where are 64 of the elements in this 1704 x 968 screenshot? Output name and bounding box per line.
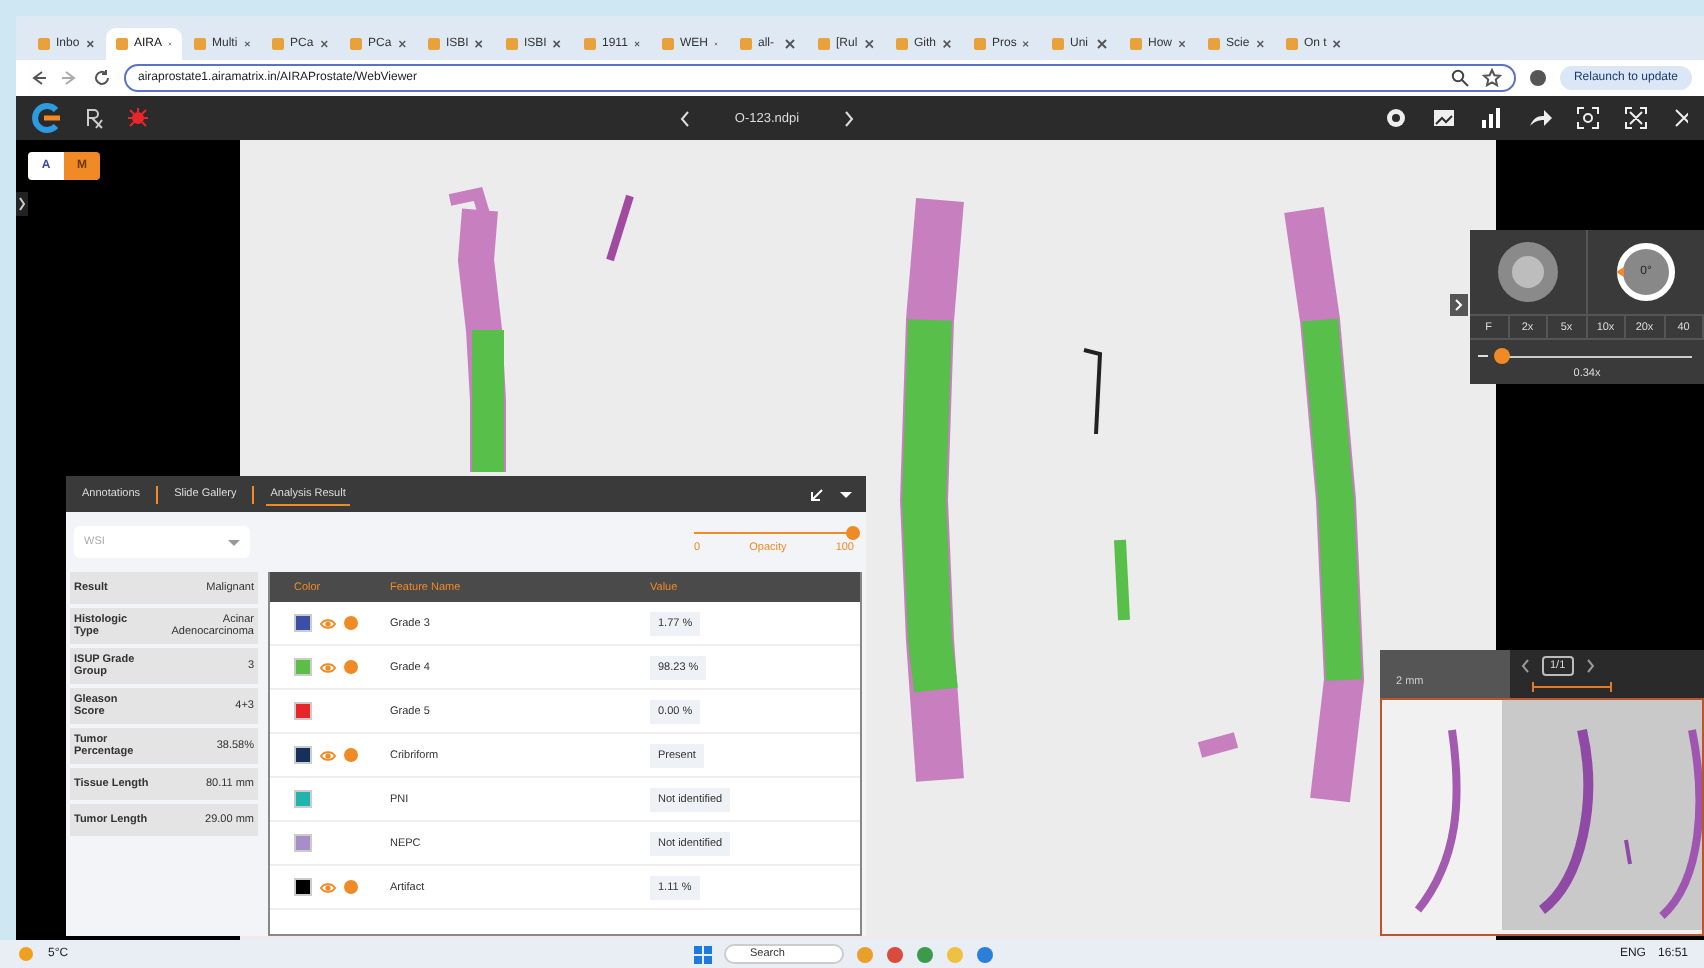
status-dot-icon	[344, 616, 358, 630]
close-icon[interactable]	[397, 38, 406, 50]
weather-icon	[16, 944, 36, 964]
status-dot-icon	[344, 660, 358, 674]
close-icon[interactable]	[1178, 38, 1186, 50]
close-icon[interactable]	[552, 38, 562, 50]
minus-icon[interactable]	[1478, 352, 1488, 360]
share-icon[interactable]	[1528, 106, 1552, 130]
tab-favicon	[974, 38, 986, 50]
app-logo-icon	[32, 102, 64, 134]
close-icon[interactable]	[942, 38, 952, 50]
tab-favicon	[1208, 38, 1220, 50]
star-icon[interactable]	[1481, 68, 1502, 88]
bar-chart-icon[interactable]	[1480, 106, 1504, 130]
close-icon[interactable]	[319, 38, 328, 50]
tab-favicon	[662, 38, 674, 50]
chevron-left-icon[interactable]	[1520, 658, 1530, 674]
close-icon[interactable]	[863, 38, 874, 50]
tab-favicon	[350, 38, 362, 50]
tab-favicon	[506, 38, 518, 50]
status-dot-icon	[344, 748, 358, 762]
settings-icon[interactable]	[1384, 106, 1408, 130]
profile-icon[interactable]	[1527, 68, 1548, 88]
tab-favicon	[272, 38, 284, 50]
status-dot-icon	[344, 880, 358, 894]
tissue-fragment-drawing	[1083, 348, 1103, 435]
close-icon[interactable]	[1255, 38, 1264, 50]
prescription-icon[interactable]	[84, 106, 106, 130]
tab-favicon	[818, 38, 830, 50]
bug-icon[interactable]	[126, 106, 150, 130]
reload-icon[interactable]	[92, 68, 112, 88]
tab-favicon	[1130, 38, 1142, 50]
tab-favicon	[194, 38, 206, 50]
tab-favicon	[740, 38, 752, 50]
expand-button[interactable]	[16, 192, 28, 216]
focus-icon[interactable]	[1576, 106, 1600, 130]
close-icon[interactable]	[1096, 38, 1108, 50]
close-icon[interactable]	[85, 38, 94, 50]
rotation-dial-icon[interactable]	[1616, 242, 1676, 302]
tab-favicon	[1052, 38, 1064, 50]
tab-favicon	[38, 38, 50, 50]
tab-favicon	[584, 38, 596, 50]
close-icon[interactable]	[474, 38, 484, 50]
close-icon[interactable]	[784, 38, 796, 50]
navigation-joystick-icon[interactable]	[1498, 242, 1558, 302]
chevron-right-icon[interactable]	[1585, 658, 1596, 674]
expand-button[interactable]	[1450, 294, 1468, 316]
tab-favicon	[896, 38, 908, 50]
tab-favicon	[1286, 38, 1298, 50]
caret-icon	[228, 539, 240, 545]
tab-favicon	[428, 38, 440, 50]
image-icon[interactable]	[1432, 106, 1456, 130]
back-icon[interactable]	[28, 68, 48, 88]
scale-bar-icon	[1532, 682, 1612, 692]
collapse-icon[interactable]	[810, 486, 826, 502]
close-icon[interactable]	[633, 38, 640, 50]
slider-thumb[interactable]	[1493, 348, 1510, 364]
caret-icon[interactable]	[838, 486, 854, 502]
start-icon[interactable]	[694, 945, 713, 963]
fullscreen-icon[interactable]	[1624, 106, 1648, 130]
close-icon[interactable]	[1332, 38, 1342, 50]
slider-thumb[interactable]	[846, 525, 860, 539]
search-icon[interactable]	[1449, 68, 1470, 88]
tab-favicon	[116, 38, 128, 50]
